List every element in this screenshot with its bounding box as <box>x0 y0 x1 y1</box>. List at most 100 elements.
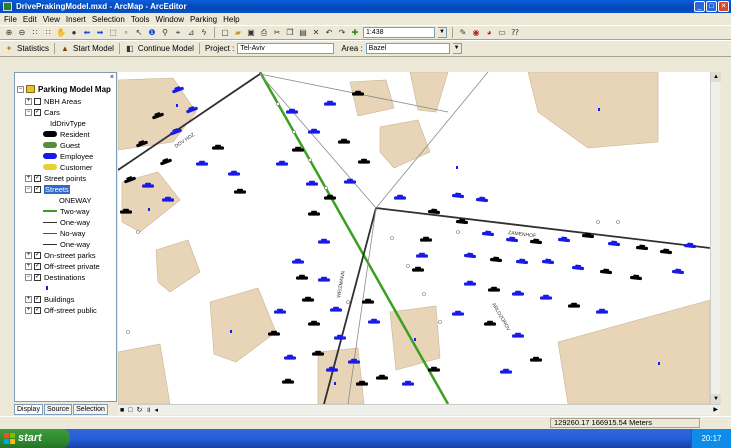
select-features-icon[interactable]: ⬚ <box>108 28 118 38</box>
project-input[interactable]: Tel-Aviv <box>237 43 335 54</box>
checkbox[interactable]: ✓ <box>34 273 41 281</box>
tab-display[interactable]: Display <box>14 404 43 415</box>
layout-view-icon[interactable]: □ <box>128 407 132 414</box>
redo-icon[interactable]: ↷ <box>337 28 347 38</box>
close-icon[interactable]: × <box>110 74 114 81</box>
new-icon[interactable]: ▢ <box>220 28 230 38</box>
editor-toolbar-icon[interactable]: ✎ <box>458 28 468 38</box>
checkbox[interactable]: ✓ <box>34 306 41 314</box>
open-icon[interactable]: ▰ <box>233 28 243 38</box>
zoom-in-icon[interactable]: ⊕ <box>4 28 14 38</box>
checkbox[interactable]: ✓ <box>34 174 41 182</box>
checkbox[interactable]: ✓ <box>34 185 41 193</box>
expand-icon[interactable]: + <box>25 306 32 314</box>
chevron-down-icon[interactable]: ▼ <box>438 27 447 38</box>
add-data-icon[interactable]: ✚ <box>350 28 360 38</box>
pause-icon[interactable]: ॥ <box>146 406 150 415</box>
checkbox[interactable] <box>34 97 41 105</box>
menu-selection[interactable]: Selection <box>92 15 125 24</box>
continue-model-button[interactable]: Continue Model <box>138 44 194 53</box>
horizontal-scrollbar[interactable]: ■ □ ↻ ॥ ◂ ▶ <box>118 404 720 415</box>
statistics-icon: ✦ <box>5 43 13 53</box>
zoom-out-icon[interactable]: ⊖ <box>17 28 27 38</box>
full-extent-icon[interactable]: ● <box>69 28 79 38</box>
checkbox[interactable]: ✓ <box>34 295 41 303</box>
toc-item-buildings[interactable]: + ✓ Buildings <box>25 294 74 304</box>
menu-insert[interactable]: Insert <box>66 15 86 24</box>
model-builder-icon[interactable]: ▭ <box>497 28 507 38</box>
save-icon[interactable]: ▣ <box>246 28 256 38</box>
identify-icon[interactable]: ❶ <box>147 28 157 38</box>
expand-icon[interactable]: + <box>25 295 32 303</box>
menu-help[interactable]: Help <box>223 15 239 24</box>
toc-item-offstreet-private[interactable]: + ✓ Off-street private <box>25 261 100 271</box>
menu-view[interactable]: View <box>43 15 60 24</box>
scroll-right-icon[interactable]: ▶ <box>713 406 718 413</box>
toc-item-street-points[interactable]: + ✓ Street points <box>25 173 86 183</box>
menu-window[interactable]: Window <box>156 15 184 24</box>
car-symbol <box>402 380 414 386</box>
clear-selection-icon[interactable]: ▫ <box>121 28 131 38</box>
collapse-icon[interactable]: − <box>25 273 32 281</box>
chevron-down-icon[interactable]: ▼ <box>452 43 462 54</box>
toc-item-map[interactable]: − Parking Model Map <box>17 84 111 94</box>
minimize-button[interactable]: _ <box>694 1 705 12</box>
hyperlink-icon[interactable]: ϟ <box>199 28 209 38</box>
car-symbol <box>672 268 684 275</box>
command-line-icon[interactable]: ◕ <box>484 28 494 38</box>
map-canvas[interactable]: DOV HOZ ZAMENHOF ARLOZOROV WEIZMANN <box>118 72 710 404</box>
collapse-icon[interactable]: − <box>25 185 32 193</box>
back-extent-icon[interactable]: ⬅ <box>82 28 92 38</box>
map-scale-input[interactable]: 1:438 <box>363 27 435 38</box>
checkbox[interactable]: ✓ <box>34 108 41 116</box>
menu-edit[interactable]: Edit <box>23 15 37 24</box>
refresh-icon[interactable]: ↻ <box>136 406 142 414</box>
start-model-button[interactable]: Start Model <box>73 44 114 53</box>
fixed-zoom-out-icon[interactable]: ∷ <box>43 28 53 38</box>
delete-icon[interactable]: ✕ <box>311 28 321 38</box>
expand-icon[interactable]: + <box>25 97 32 105</box>
toc-item-onstreet-parks[interactable]: + ✓ On-street parks <box>25 250 96 260</box>
whats-this-icon[interactable]: ⁇ <box>510 28 520 38</box>
toc-item-nbh[interactable]: + NBH Areas <box>25 96 81 106</box>
arctoolbox-icon[interactable]: ◉ <box>471 28 481 38</box>
cut-icon[interactable]: ✂ <box>272 28 282 38</box>
toc-item-offstreet-public[interactable]: + ✓ Off-street public <box>25 305 97 315</box>
find-icon[interactable]: ⚲ <box>160 28 170 38</box>
menu-file[interactable]: File <box>4 15 17 24</box>
toc-item-destinations[interactable]: − ✓ Destinations <box>25 272 85 282</box>
expand-icon[interactable]: + <box>25 251 32 259</box>
collapse-icon[interactable]: − <box>17 85 24 93</box>
go-to-xy-icon[interactable]: ⌖ <box>173 28 183 38</box>
vertical-scrollbar[interactable]: ▲ ▼ <box>710 72 721 404</box>
copy-icon[interactable]: ❐ <box>285 28 295 38</box>
toc-item-cars[interactable]: − ✓ Cars <box>25 107 60 117</box>
paste-icon[interactable]: ▤ <box>298 28 308 38</box>
fixed-zoom-in-icon[interactable]: ∷ <box>30 28 40 38</box>
scroll-left-icon[interactable]: ◂ <box>155 406 159 414</box>
menu-tools[interactable]: Tools <box>131 15 150 24</box>
toc-item-streets[interactable]: − ✓ Streets <box>25 184 70 194</box>
statistics-button[interactable]: Statistics <box>17 44 49 53</box>
maximize-button[interactable]: □ <box>706 1 717 12</box>
tab-source[interactable]: Source <box>43 404 73 415</box>
collapse-icon[interactable]: − <box>25 108 32 116</box>
expand-icon[interactable]: + <box>25 262 32 270</box>
area-select[interactable]: Bazel <box>365 43 450 54</box>
scroll-down-icon[interactable]: ▼ <box>711 394 721 404</box>
pan-icon[interactable]: ✋ <box>56 28 66 38</box>
forward-extent-icon[interactable]: ➡ <box>95 28 105 38</box>
print-icon[interactable]: ⎙ <box>259 28 269 38</box>
checkbox[interactable]: ✓ <box>34 262 41 270</box>
expand-icon[interactable]: + <box>25 174 32 182</box>
select-elements-icon[interactable]: ↖ <box>134 28 144 38</box>
close-button[interactable]: ✕ <box>718 1 729 12</box>
checkbox[interactable]: ✓ <box>34 251 41 259</box>
undo-icon[interactable]: ↶ <box>324 28 334 38</box>
scroll-up-icon[interactable]: ▲ <box>711 72 721 82</box>
start-button[interactable]: start <box>0 429 70 448</box>
data-view-icon[interactable]: ■ <box>120 407 124 414</box>
menu-parking[interactable]: Parking <box>190 15 217 24</box>
measure-icon[interactable]: ⊿ <box>186 28 196 38</box>
tab-selection[interactable]: Selection <box>73 404 108 415</box>
